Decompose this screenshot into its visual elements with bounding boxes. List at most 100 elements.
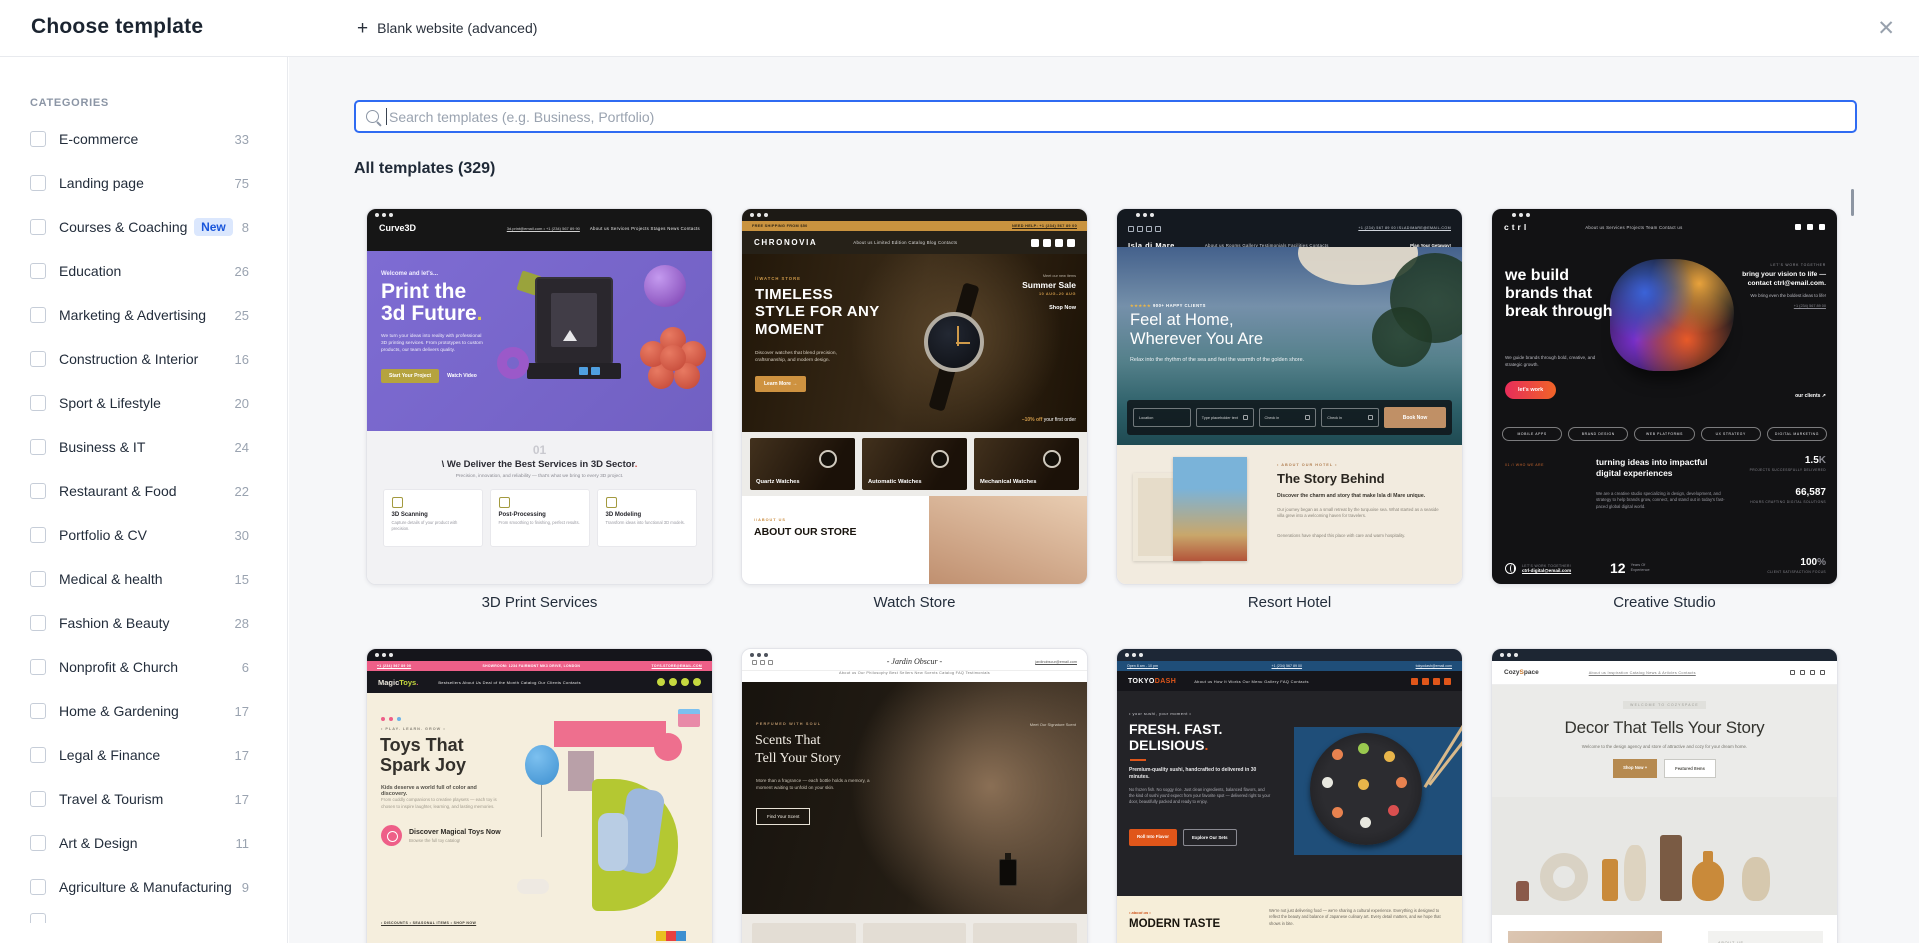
preview-hero: • PLAY. LEARN. GROW • Toys That Spark Joy… <box>367 693 712 943</box>
model-photo <box>929 496 1087 584</box>
template-card-resort-hotel[interactable]: +1 (234) 567 89 00 ISLADIMARE@EMAIL.COM … <box>1116 208 1463 611</box>
about-section: • ABOUT OUR HOTEL • The Story Behind Dis… <box>1117 445 1462 584</box>
category-label: Restaurant & Food <box>59 483 177 499</box>
checkbox[interactable] <box>30 263 46 279</box>
checkbox[interactable] <box>30 483 46 499</box>
instagram-icon <box>1146 226 1152 232</box>
hero-cta-button: Start Your Project <box>381 369 440 383</box>
preview-browser-bar: ctrl About us Services Projects Team Con… <box>1492 209 1837 243</box>
page-title: Choose template <box>31 15 204 38</box>
window-dots-icon <box>1128 209 1451 217</box>
checkbox[interactable] <box>30 131 46 147</box>
vase-shape <box>1602 859 1618 901</box>
template-card-watch-store[interactable]: FREE SHIPPING FROM $50 NEED HELP: +1 (23… <box>741 208 1088 611</box>
category-sport-lifestyle[interactable]: Sport & Lifestyle 20 <box>0 381 287 425</box>
checkbox[interactable] <box>30 615 46 631</box>
category-landing-page[interactable]: Landing page 75 <box>0 161 287 205</box>
checkbox[interactable] <box>30 439 46 455</box>
search-bar[interactable] <box>354 100 1857 133</box>
window-dots-icon <box>742 209 1087 217</box>
preview-nav: About us Limited Edition Catalog Blog Co… <box>853 240 958 245</box>
calendar-icon <box>1305 415 1311 420</box>
category-travel-tourism[interactable]: Travel & Tourism 17 <box>0 777 287 821</box>
preview-nav-bar: CHRONOVIA About us Limited Edition Catal… <box>742 231 1087 254</box>
close-icon[interactable]: ✕ <box>1873 14 1899 43</box>
checkbox[interactable] <box>30 835 46 851</box>
preview-contact: 3d.print@email.com • +1 (234) 567 89 90 <box>506 225 580 231</box>
category-portfolio-cv[interactable]: Portfolio & CV 30 <box>0 513 287 557</box>
template-preview: FREE SHIPPING FROM $50 NEED HELP: +1 (23… <box>742 209 1087 584</box>
hero-body: Relax into the rhythm of the sea and fee… <box>1130 357 1305 363</box>
category-construction-interior[interactable]: Construction & Interior 16 <box>0 337 287 381</box>
template-preview: +1 (234) 567 89 00 SHOWROOM: 1234 FAIRMO… <box>367 649 712 943</box>
checkbox[interactable] <box>30 219 46 235</box>
checkbox[interactable] <box>30 175 46 191</box>
cloud-shape <box>517 879 549 894</box>
preview-hero: • your sushi, your moment • FRESH. FAST.… <box>1117 691 1462 896</box>
partial-checkbox <box>30 913 46 923</box>
purple-sphere-shape <box>644 265 686 307</box>
category-restaurant-food[interactable]: Restaurant & Food 22 <box>0 469 287 513</box>
template-preview: - Jardin Obscur - jardinobscur@email.com… <box>742 649 1087 943</box>
category-art-design[interactable]: Art & Design 11 <box>0 821 287 865</box>
category-business-it[interactable]: Business & IT 24 <box>0 425 287 469</box>
coral-shape <box>636 327 710 391</box>
category-medical-health[interactable]: Medical & health 15 <box>0 557 287 601</box>
chevron-down-icon <box>1242 415 1248 420</box>
category-count: 17 <box>234 791 249 807</box>
hero-body: Welcome to the design agency and store o… <box>1581 744 1748 749</box>
template-card-jardin-obscur[interactable]: - Jardin Obscur - jardinobscur@email.com… <box>741 648 1088 943</box>
services-pill-row: MOBILE APPS BRAND DESIGN WEB PLATFORMS U… <box>1492 421 1837 447</box>
instagram-icon <box>1422 677 1429 685</box>
category-agriculture-manufacturing[interactable]: Agriculture & Manufacturing 9 <box>0 865 287 909</box>
scrollbar-thumb[interactable] <box>1851 189 1854 216</box>
category-education[interactable]: Education 26 <box>0 249 287 293</box>
checkbox[interactable] <box>30 659 46 675</box>
discover-toys-link: Discover Magical Toys Now <box>409 828 501 836</box>
checkbox[interactable] <box>30 351 46 367</box>
product-card <box>973 923 1078 943</box>
search-icon <box>366 110 379 123</box>
template-card-3d-print-services[interactable]: Curve3D 3d.print@email.com • +1 (234) 56… <box>366 208 713 611</box>
blank-website-button[interactable]: + Blank website (advanced) <box>357 0 537 56</box>
category-marketing-advertising[interactable]: Marketing & Advertising 25 <box>0 293 287 337</box>
category-home-gardening[interactable]: Home & Gardening 17 <box>0 689 287 733</box>
category-count: 17 <box>234 703 249 719</box>
facebook-icon <box>657 678 665 686</box>
template-card-creative-studio[interactable]: ctrl About us Services Projects Team Con… <box>1491 208 1838 611</box>
category-nonprofit-church[interactable]: Nonprofit & Church 6 <box>0 645 287 689</box>
window-dots-icon <box>367 209 712 217</box>
pink-circle-shape <box>654 733 682 761</box>
category-label: Landing page <box>59 175 144 191</box>
category-courses-coaching[interactable]: Courses & Coaching New 8 <box>0 205 287 249</box>
category-legal-finance[interactable]: Legal & Finance 17 <box>0 733 287 777</box>
preview-nav: About us How It Works Our Menu Gallery F… <box>1194 678 1309 684</box>
category-ecommerce[interactable]: E-commerce 33 <box>0 117 287 161</box>
checkbox[interactable] <box>30 395 46 411</box>
checkbox[interactable] <box>30 307 46 323</box>
announcement-strip: +1 (234) 567 89 00 SHOWROOM: 1234 FAIRMO… <box>367 661 712 671</box>
checkbox[interactable] <box>30 879 46 895</box>
watch-illustration <box>924 312 984 372</box>
checkbox[interactable] <box>30 747 46 763</box>
facebook-icon <box>1411 677 1418 685</box>
hero-headline: Toys That Spark Joy <box>380 735 467 776</box>
checkbox[interactable] <box>30 527 46 543</box>
search-input[interactable] <box>387 107 1845 126</box>
template-card-magictoys[interactable]: +1 (234) 567 89 00 SHOWROOM: 1234 FAIRMO… <box>366 648 713 943</box>
palm-foliage <box>1372 307 1432 367</box>
toy-blocks-shape <box>656 931 686 941</box>
category-fashion-beauty[interactable]: Fashion & Beauty 28 <box>0 601 287 645</box>
preview-nav-bar: TOKYODASH About us How It Works Our Menu… <box>1117 671 1462 691</box>
shop-now-button: Shop Now + <box>1613 759 1658 778</box>
twitter-icon <box>1819 224 1825 230</box>
template-card-tokyodash[interactable]: Open 8 am - 10 pm +1 (234) 567 89 00 tok… <box>1116 648 1463 943</box>
youtube-icon <box>1433 677 1440 685</box>
category-count: 28 <box>234 615 249 631</box>
template-card-cozyspace[interactable]: CozySpace About us Inspiration Catalog N… <box>1491 648 1838 943</box>
facebook-icon <box>1031 238 1039 247</box>
checkbox[interactable] <box>30 571 46 587</box>
checkbox[interactable] <box>30 791 46 807</box>
checkbox[interactable] <box>30 703 46 719</box>
hero-body: More than a fragrance — each bottle hold… <box>756 778 870 790</box>
